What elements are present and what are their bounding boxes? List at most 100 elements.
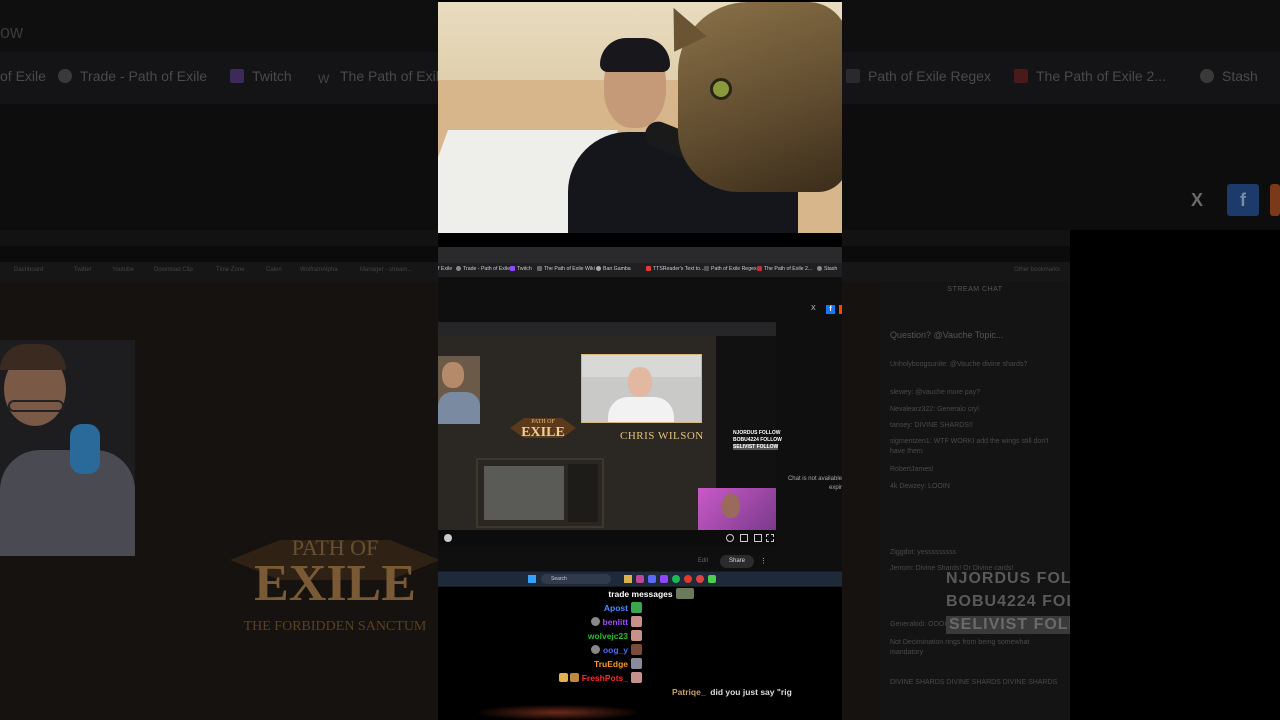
windows-start-icon[interactable] <box>528 575 536 583</box>
folder-icon[interactable] <box>624 575 632 583</box>
capture-bookmark[interactable]: f Exile <box>438 266 452 272</box>
app-icon[interactable] <box>636 575 644 583</box>
spotify-icon[interactable] <box>672 575 680 583</box>
bg-chat-header: STREAM CHAT <box>947 286 1003 293</box>
guest-name-plate: CHRIS WILSON <box>620 430 704 442</box>
capture-bookmark[interactable]: TTSReader's Text to... <box>646 266 704 272</box>
reddit-share-icon[interactable] <box>839 305 842 314</box>
pip-icon[interactable] <box>754 534 762 542</box>
latest-chat-message: Patriqe_ did you just say "rig <box>672 687 792 697</box>
logo-main-text: EXILE <box>521 425 565 440</box>
poe-logo: PATH OF EXILE <box>510 418 576 440</box>
glasses-icon <box>8 400 64 412</box>
emote-icon <box>631 658 642 669</box>
bg-streamer-cam <box>0 340 135 556</box>
bg-bookmark[interactable]: The Path of Exile 2... <box>1014 68 1166 84</box>
wiki-icon: W <box>318 72 330 86</box>
capture-bookmark[interactable]: Stash <box>817 266 837 272</box>
wiki-icon <box>537 266 542 271</box>
cat-eye <box>710 78 732 100</box>
theater-icon[interactable] <box>740 534 748 542</box>
bg-small-bookmark[interactable]: Calen <box>266 267 282 273</box>
svg-text:THE FORBIDDEN SANCTUM: THE FORBIDDEN SANCTUM <box>244 619 427 634</box>
badge-icon <box>590 645 600 654</box>
emote-icon <box>631 602 642 613</box>
capture-bookmark[interactable]: The Path of Exile 2... <box>757 266 812 272</box>
chat-username: TruEdge <box>593 659 628 669</box>
bg-chat-pinned[interactable]: Question? @Vauche Topic... <box>890 330 1060 340</box>
capture-tab-bar <box>438 247 842 263</box>
twitch-icon[interactable] <box>660 575 668 583</box>
chat-username: benlitt <box>602 617 629 627</box>
capture-bookmark[interactable]: Path of Exile Regex <box>704 266 757 272</box>
bg-chat-line: 4k Dewzey: LOOIN <box>890 483 950 490</box>
bg-bookmark[interactable]: Path of Exile Regex <box>846 68 991 84</box>
headset-icon <box>70 424 100 474</box>
chat-row: oog_y <box>520 644 642 655</box>
inner-follow-alert: SELIVIST FOLLOW <box>733 444 779 450</box>
tts-icon <box>646 266 651 271</box>
bg-small-bookmark[interactable]: Other bookmarks <box>1014 267 1060 273</box>
emote-icon <box>631 616 642 627</box>
bg-bookmark[interactable]: Twitch <box>230 68 292 84</box>
badge-icon <box>590 617 600 626</box>
facebook-share-icon[interactable]: f <box>826 305 835 314</box>
game-inventory <box>568 464 598 522</box>
stash-icon <box>817 266 822 271</box>
tank-emote-icon <box>675 588 694 599</box>
bg-small-bookmark[interactable]: Twitter <box>74 267 92 273</box>
fullscreen-icon[interactable] <box>766 534 774 542</box>
bg-chat-line: Nevalearz322: Generalo cry! <box>890 406 980 413</box>
bg-bookmark[interactable]: Trade - Path of Exile <box>58 68 207 84</box>
bg-small-bookmark[interactable]: Manager - stream... <box>360 267 412 273</box>
x-share-icon[interactable]: X <box>1181 184 1213 216</box>
person-hair <box>600 38 670 72</box>
play-icon[interactable] <box>444 534 452 542</box>
bg-small-bookmark[interactable]: WolframAlpha <box>300 267 338 273</box>
guest-face <box>628 367 652 397</box>
reddit-share-icon[interactable] <box>1270 184 1280 216</box>
inner-browser-bar <box>438 322 776 336</box>
chat-message-text: did you just say "rig <box>710 687 792 697</box>
host-body <box>438 392 480 424</box>
discord-icon[interactable] <box>648 575 656 583</box>
stash-icon <box>1200 69 1214 83</box>
bg-chat-line: DIVINE SHARDS DIVINE SHARDS DIVINE SHARD… <box>890 679 1058 686</box>
share-button[interactable]: Share <box>720 555 754 568</box>
capture-bookmark[interactable]: The Path of Exile Wiki <box>537 266 595 272</box>
bg-chat-line: Not Decimination rings from being somewh… <box>890 639 1030 656</box>
badge-icon <box>558 673 568 682</box>
host-face <box>442 362 464 388</box>
app-icon[interactable] <box>708 575 716 583</box>
bg-bookmark[interactable]: W The Path of Exile <box>318 68 438 86</box>
facebook-share-icon[interactable]: f <box>1227 184 1259 216</box>
settings-icon[interactable] <box>726 534 734 542</box>
bg-chat-line: slewey: @vauche more pay? <box>890 389 980 396</box>
webcam-feed <box>438 2 842 233</box>
bg-small-bookmark[interactable]: Download Clip <box>154 267 193 273</box>
capture-bookmark[interactable]: Ban Gamba <box>596 266 631 272</box>
guest-body <box>608 397 674 422</box>
chrome-icon[interactable] <box>684 575 692 583</box>
taskbar-search[interactable]: Search <box>541 574 611 584</box>
edit-button[interactable]: Edit <box>690 555 716 568</box>
x-share-icon[interactable]: X <box>811 305 820 314</box>
bg-small-bookmark[interactable]: Dashboard <box>14 267 43 273</box>
bg-chat-line: Unholyboogsunite: @Vauche divine shards? <box>890 361 1028 368</box>
capture-bookmark[interactable]: Trade - Path of Exile <box>456 266 510 272</box>
svg-text:EXILE: EXILE <box>254 555 416 612</box>
bg-small-bookmark[interactable]: Youtube <box>112 267 134 273</box>
capture-bookmark[interactable]: Twitch <box>510 266 532 272</box>
ban-icon <box>596 266 601 271</box>
more-options-icon[interactable]: ⋮ <box>760 557 767 566</box>
chat-username: FreshPots_ <box>581 673 628 683</box>
bg-right-margin <box>1070 230 1280 720</box>
app-icon[interactable] <box>696 575 704 583</box>
bg-bookmark[interactable]: of Exile <box>0 68 46 84</box>
bg-bookmark[interactable]: Stash <box>1200 68 1258 84</box>
bg-small-bookmark[interactable]: Time Zone <box>216 267 244 273</box>
bottom-glow <box>478 705 638 720</box>
inner-follow-alert: BOBU4224 FOLLOW <box>733 437 782 443</box>
chat-unavailable-text: Chat is not available expir <box>787 476 842 491</box>
streamer-body <box>0 450 135 556</box>
